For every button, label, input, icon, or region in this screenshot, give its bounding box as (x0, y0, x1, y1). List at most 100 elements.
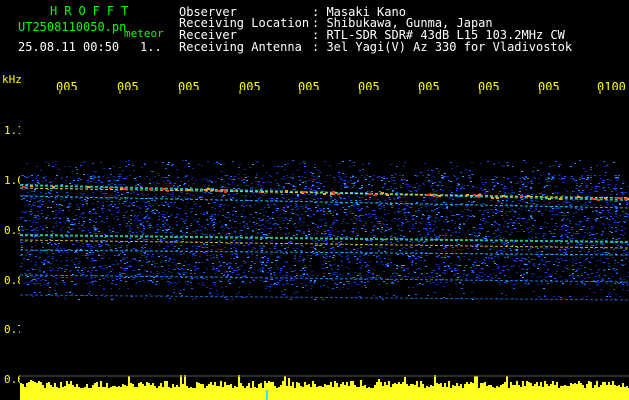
noise-pixel (569, 282, 571, 283)
noise-pixel (348, 252, 350, 253)
noise-pixel (578, 209, 580, 210)
noise-pixel (482, 190, 484, 191)
noise-pixel (63, 248, 65, 249)
noise-pixel (114, 204, 116, 205)
noise-pixel (325, 223, 327, 224)
noise-pixel (487, 161, 489, 162)
noise-pixel (531, 183, 533, 184)
noise-pixel (58, 243, 60, 244)
noise-pixel (38, 218, 40, 219)
noise-pixel (611, 227, 613, 228)
noise-pixel (64, 222, 66, 223)
noise-pixel (526, 194, 528, 195)
noise-pixel (382, 223, 384, 224)
noise-pixel (136, 216, 138, 217)
noise-pixel (310, 258, 312, 259)
noise-pixel (402, 183, 404, 184)
noise-pixel (125, 212, 127, 213)
noise-pixel (261, 228, 263, 229)
noise-pixel (236, 216, 238, 217)
noise-pixel (483, 246, 485, 247)
noise-pixel (183, 289, 185, 290)
noise-pixel (352, 175, 354, 176)
noise-pixel (471, 234, 473, 235)
noise-pixel (312, 223, 314, 224)
noise-pixel (187, 282, 189, 283)
noise-pixel (597, 250, 599, 251)
noise-pixel (123, 215, 125, 216)
noise-pixel (31, 268, 33, 269)
noise-pixel (129, 238, 131, 239)
noise-pixel (75, 266, 77, 267)
noise-pixel (541, 260, 543, 261)
noise-pixel (95, 245, 97, 246)
noise-pixel (40, 226, 42, 227)
noise-pixel (494, 256, 496, 257)
noise-pixel (93, 225, 95, 226)
noise-pixel (434, 209, 436, 210)
noise-pixel (275, 180, 277, 181)
noise-pixel (315, 249, 317, 250)
noise-pixel (213, 222, 215, 223)
noise-pixel (525, 189, 527, 190)
noise-pixel (252, 230, 254, 231)
noise-pixel (294, 255, 296, 256)
noise-pixel (310, 255, 312, 256)
noise-pixel (256, 161, 258, 162)
noise-pixel (235, 211, 237, 212)
noise-pixel (168, 175, 170, 176)
noise-pixel (558, 178, 560, 179)
noise-pixel (299, 230, 301, 231)
noise-pixel (158, 256, 160, 257)
noise-pixel (593, 234, 595, 235)
noise-pixel (581, 221, 583, 222)
noise-pixel (573, 196, 575, 197)
noise-pixel (563, 218, 565, 219)
noise-pixel (503, 248, 505, 249)
noise-pixel (211, 215, 213, 216)
noise-pixel (273, 274, 275, 275)
noise-pixel (531, 218, 533, 219)
noise-pixel (90, 272, 92, 273)
noise-pixel (615, 190, 617, 191)
noise-pixel (145, 206, 147, 207)
noise-pixel (185, 220, 187, 221)
noise-pixel (340, 198, 342, 199)
noise-pixel (114, 184, 116, 185)
noise-pixel (126, 176, 128, 177)
noise-pixel (623, 255, 625, 256)
noise-pixel (510, 219, 512, 220)
noise-pixel (48, 197, 50, 198)
noise-pixel (66, 176, 68, 177)
noise-pixel (263, 245, 265, 246)
noise-pixel (621, 226, 623, 227)
noise-pixel (439, 275, 441, 276)
noise-pixel (80, 179, 82, 180)
noise-pixel (305, 267, 307, 268)
noise-pixel (530, 187, 532, 188)
noise-pixel (49, 239, 51, 240)
noise-pixel (258, 199, 260, 200)
noise-pixel (169, 298, 171, 299)
noise-pixel (126, 225, 128, 226)
noise-pixel (228, 268, 230, 269)
noise-pixel (192, 195, 194, 196)
noise-pixel (33, 191, 35, 192)
noise-pixel (379, 296, 381, 297)
noise-pixel (538, 255, 540, 256)
noise-pixel (211, 249, 213, 250)
noise-pixel (303, 259, 305, 260)
noise-pixel (86, 257, 88, 258)
noise-pixel (196, 248, 198, 249)
noise-pixel (56, 284, 58, 285)
noise-pixel (541, 226, 543, 227)
noise-pixel (31, 191, 33, 192)
noise-pixel (518, 203, 520, 204)
noise-pixel (577, 275, 579, 276)
noise-pixel (253, 217, 255, 218)
noise-pixel (286, 280, 288, 281)
noise-pixel (31, 175, 33, 176)
noise-pixel (385, 248, 387, 249)
noise-pixel (506, 281, 508, 282)
noise-pixel (384, 209, 386, 210)
